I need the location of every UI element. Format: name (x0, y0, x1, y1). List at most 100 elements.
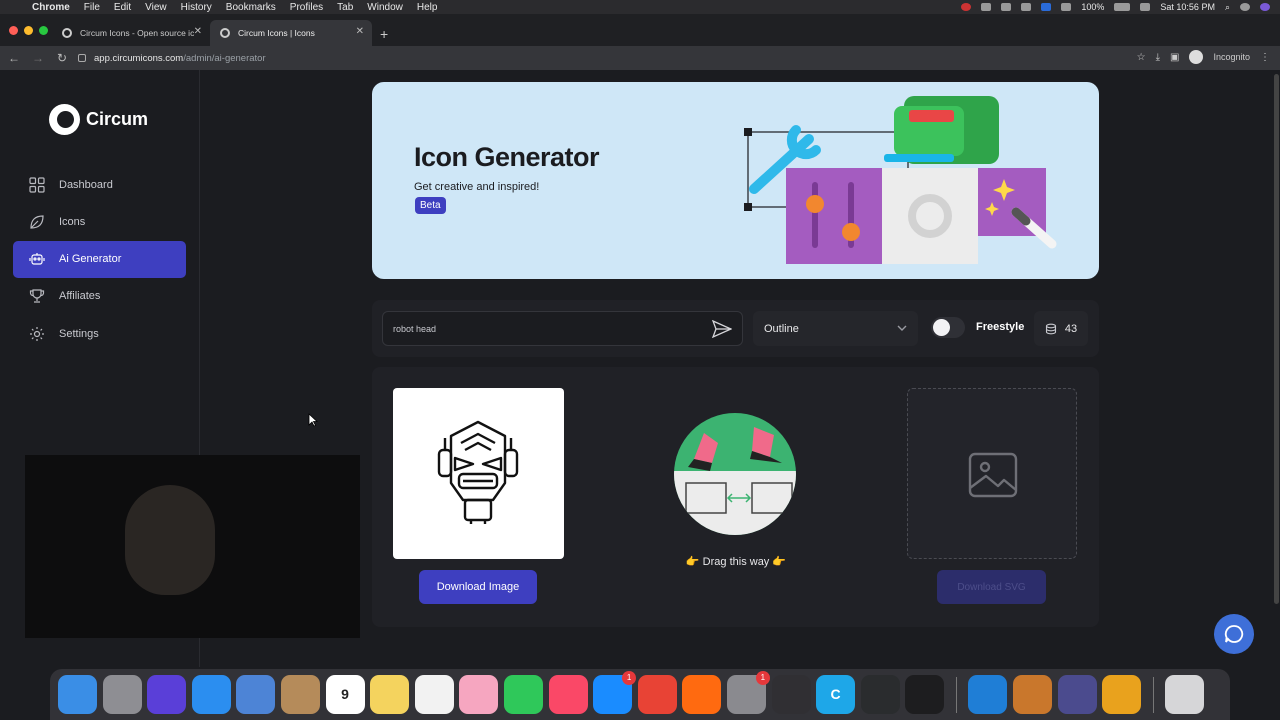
vscode-icon[interactable] (968, 675, 1008, 714)
maximize-window-button[interactable] (39, 26, 48, 35)
notes-icon[interactable] (370, 675, 410, 714)
activity-monitor-icon[interactable] (860, 675, 900, 714)
scrollbar-thumb[interactable] (1274, 74, 1279, 604)
url-path: /admin/ai-generator (183, 52, 266, 64)
sidebar-item-settings[interactable]: Settings (13, 315, 186, 352)
obs-icon[interactable] (771, 675, 811, 714)
menu-bookmarks[interactable]: Bookmarks (226, 2, 276, 13)
battery-icon[interactable] (1114, 3, 1131, 11)
download-image-button[interactable]: Download Image (419, 570, 537, 604)
back-arrow-icon[interactable]: ← (4, 51, 24, 65)
side-panel-icon[interactable]: ▣ (1170, 52, 1179, 63)
photos-icon[interactable] (459, 675, 499, 714)
download-svg-button[interactable]: Download SVG (937, 570, 1046, 604)
page-scrollbar[interactable] (1272, 70, 1280, 667)
browser-tab-active[interactable]: Circum Icons | Icons ✕ (210, 20, 372, 46)
results-panel: Download Image 👉 Drag this way 👉 Downloa… (372, 367, 1099, 627)
menu-edit[interactable]: Edit (114, 2, 131, 13)
battery-percent[interactable]: 100% (1081, 2, 1104, 12)
chat-support-button[interactable] (1214, 614, 1254, 654)
reminders-icon[interactable] (414, 675, 454, 714)
launchpad-icon[interactable] (102, 675, 142, 714)
trash-icon[interactable] (1165, 675, 1205, 714)
volume-icon[interactable] (1061, 3, 1072, 11)
beta-badge: Beta (415, 197, 446, 214)
sidebar-item-label: Ai Generator (59, 253, 122, 266)
send-icon[interactable] (712, 320, 732, 338)
mail-icon[interactable] (236, 675, 276, 714)
address-bar[interactable]: app.circumicons.com /admin/ai-generator (72, 49, 1142, 67)
mouse-cursor-icon (308, 413, 318, 427)
siri-status-icon[interactable] (1260, 3, 1270, 11)
style-dropdown[interactable]: Outline (753, 311, 918, 346)
download-icon[interactable]: ⤓ (1156, 52, 1160, 63)
circum-favicon (220, 28, 230, 38)
facetime-icon[interactable] (503, 675, 543, 714)
presenter-silhouette (125, 485, 215, 595)
close-tab-icon[interactable]: ✕ (356, 26, 364, 37)
sidebar-item-dashboard[interactable]: Dashboard (13, 166, 186, 203)
sidebar-item-ai-generator[interactable]: Ai Generator (13, 240, 186, 278)
coins-icon (1045, 323, 1056, 334)
sidebar-nav: Dashboard Icons Ai Generator Affiliates … (13, 166, 186, 352)
terminal-icon[interactable] (905, 675, 945, 714)
calendar-icon[interactable]: 9 (325, 675, 365, 714)
clock[interactable]: Sat 10:56 PM (1160, 2, 1215, 12)
audacity-icon[interactable] (1102, 675, 1142, 714)
macos-menu-bar: Chrome File Edit View History Bookmarks … (0, 0, 1280, 14)
siri-icon[interactable] (147, 675, 187, 714)
quicktime-icon[interactable] (1057, 675, 1097, 714)
lock-icon[interactable] (78, 54, 86, 62)
brand-logo[interactable]: Circum (49, 104, 148, 135)
new-tab-button[interactable]: + (380, 26, 388, 42)
circum-icon[interactable]: C (816, 675, 856, 714)
calendar-status-icon[interactable] (1140, 3, 1151, 11)
close-tab-icon[interactable]: ✕ (194, 26, 202, 37)
menu-view[interactable]: View (145, 2, 167, 13)
trophy-icon (29, 289, 45, 303)
menu-window[interactable]: Window (367, 2, 403, 13)
incognito-icon[interactable] (1189, 50, 1204, 64)
freestyle-toggle[interactable] (931, 317, 965, 338)
browser-tab-strip: Circum Icons - Open source ic ✕ Circum I… (0, 14, 1280, 46)
menu-file[interactable]: File (84, 2, 100, 13)
browser-tab[interactable]: Circum Icons - Open source ic ✕ (52, 20, 210, 46)
svg-drop-zone[interactable] (907, 388, 1077, 559)
system-preferences-icon[interactable]: 1 (726, 671, 770, 714)
soundcloud-icon[interactable] (682, 675, 722, 714)
spotlight-icon[interactable]: ⌕ (1225, 2, 1230, 13)
calculator-icon[interactable] (1013, 675, 1053, 714)
incognito-label[interactable]: Incognito (1213, 52, 1250, 62)
forward-arrow-icon[interactable]: → (28, 51, 48, 65)
sidebar-item-icons[interactable]: Icons (13, 203, 186, 240)
generated-image[interactable] (393, 388, 564, 559)
sidebar-item-affiliates[interactable]: Affiliates (13, 278, 186, 315)
status-app-icon[interactable] (1041, 3, 1052, 11)
menu-profiles[interactable]: Profiles (290, 2, 323, 13)
circum-logo-icon (49, 104, 80, 135)
prompt-field[interactable] (382, 311, 743, 346)
chrome-icon[interactable] (637, 675, 677, 714)
finder-icon[interactable] (58, 675, 97, 714)
status-app-icon[interactable] (1021, 3, 1032, 11)
prompt-input[interactable] (393, 312, 693, 345)
menu-help[interactable]: Help (417, 2, 438, 13)
app-store-icon[interactable]: 1 (593, 671, 637, 714)
music-icon[interactable] (548, 675, 588, 714)
bookmark-star-icon[interactable]: ☆ (1137, 52, 1146, 63)
control-center-icon[interactable] (1240, 3, 1250, 11)
minimize-window-button[interactable] (24, 26, 33, 35)
sidebar-item-label: Icons (59, 215, 86, 228)
menu-history[interactable]: History (181, 2, 212, 13)
menu-app-name[interactable]: Chrome (32, 2, 70, 13)
status-app-icon[interactable] (961, 3, 972, 11)
toolbar-actions: ☆ ⤓ ▣ Incognito ⋮ (1137, 50, 1270, 64)
status-app-icon[interactable] (1001, 3, 1012, 11)
close-window-button[interactable] (9, 26, 18, 35)
status-app-icon[interactable] (981, 3, 992, 11)
reload-icon[interactable]: ↻ (52, 51, 72, 65)
chrome-menu-icon[interactable]: ⋮ (1260, 52, 1270, 63)
menu-tab[interactable]: Tab (337, 2, 353, 13)
safari-icon[interactable] (191, 675, 231, 714)
contacts-icon[interactable] (280, 675, 320, 714)
